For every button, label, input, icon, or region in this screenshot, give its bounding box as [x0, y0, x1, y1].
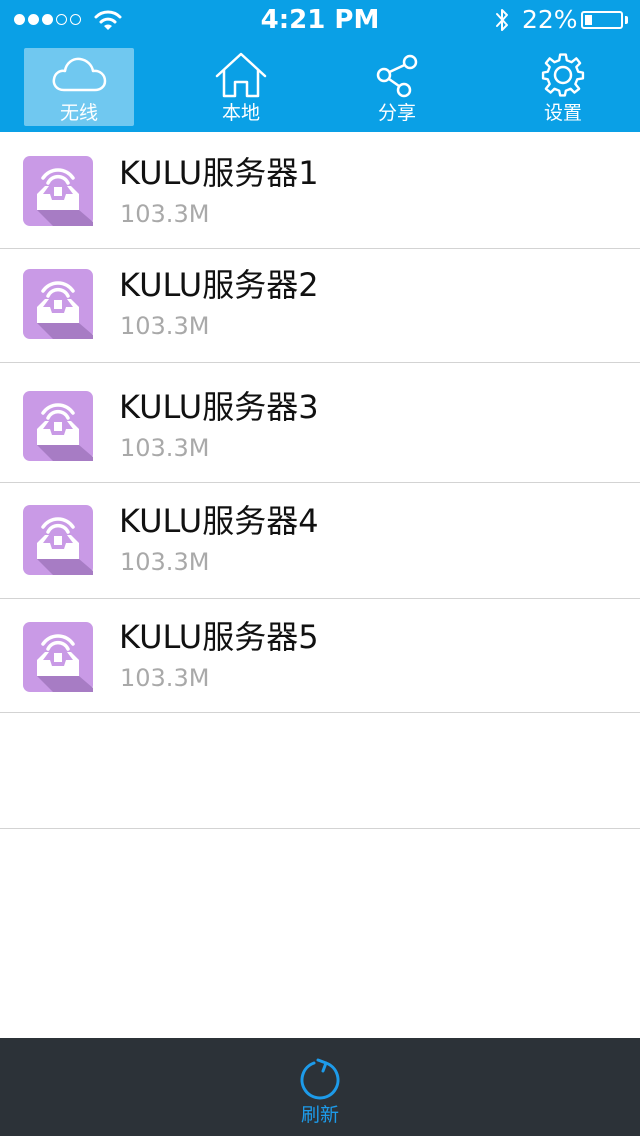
- empty-list-row: [0, 713, 640, 829]
- list-item[interactable]: KULU服务器3 103.3M: [0, 363, 640, 483]
- wireless-server-icon: [23, 156, 93, 226]
- wireless-server-icon: [23, 269, 93, 339]
- wireless-server-icon: [23, 391, 93, 461]
- tab-label: 本地: [221, 102, 260, 124]
- share-icon: [376, 54, 418, 98]
- list-item[interactable]: KULU服务器4 103.3M: [0, 483, 640, 599]
- gear-icon: [541, 53, 585, 97]
- server-name: KULU服务器4: [119, 502, 319, 540]
- server-size: 103.3M: [120, 664, 210, 692]
- tab-settings[interactable]: 设置: [508, 48, 618, 126]
- battery-icon: [581, 11, 623, 29]
- server-size: 103.3M: [120, 434, 210, 462]
- bottom-toolbar: 刷新: [0, 1038, 640, 1136]
- server-name: KULU服务器3: [119, 388, 319, 426]
- refresh-icon: [300, 1058, 340, 1100]
- status-bar: 4:21 PM 22%: [0, 0, 640, 40]
- server-name: KULU服务器2: [119, 266, 319, 304]
- server-size: 103.3M: [120, 312, 210, 340]
- tab-share[interactable]: 分享: [342, 48, 452, 126]
- home-icon: [215, 52, 267, 98]
- cloud-icon: [52, 57, 107, 92]
- tab-label: 分享: [377, 102, 416, 124]
- tab-local[interactable]: 本地: [186, 48, 296, 126]
- server-name: KULU服务器1: [119, 154, 319, 192]
- list-item[interactable]: KULU服务器2 103.3M: [0, 249, 640, 363]
- wireless-server-icon: [23, 622, 93, 692]
- battery-percent: 22%: [522, 5, 578, 34]
- list-item[interactable]: KULU服务器5 103.3M: [0, 599, 640, 713]
- refresh-label: 刷新: [300, 1104, 339, 1126]
- screen: 4:21 PM 22% 无线 本地 分享 设置 KULU服务器1 103.3M …: [0, 0, 640, 1136]
- tab-bar: 无线 本地 分享 设置: [0, 42, 640, 132]
- server-size: 103.3M: [120, 548, 210, 576]
- refresh-button[interactable]: 刷新: [278, 1056, 362, 1130]
- tab-label: 无线: [59, 102, 98, 124]
- tab-wireless[interactable]: 无线: [24, 48, 134, 126]
- tab-label: 设置: [543, 102, 582, 124]
- server-size: 103.3M: [120, 200, 210, 228]
- server-name: KULU服务器5: [119, 618, 319, 656]
- bluetooth-icon: [496, 9, 508, 31]
- header: 4:21 PM 22% 无线 本地 分享 设置: [0, 0, 640, 132]
- battery-tip: [625, 16, 628, 24]
- list-item[interactable]: KULU服务器1 103.3M: [0, 132, 640, 249]
- wireless-server-icon: [23, 505, 93, 575]
- battery-level: [585, 15, 592, 25]
